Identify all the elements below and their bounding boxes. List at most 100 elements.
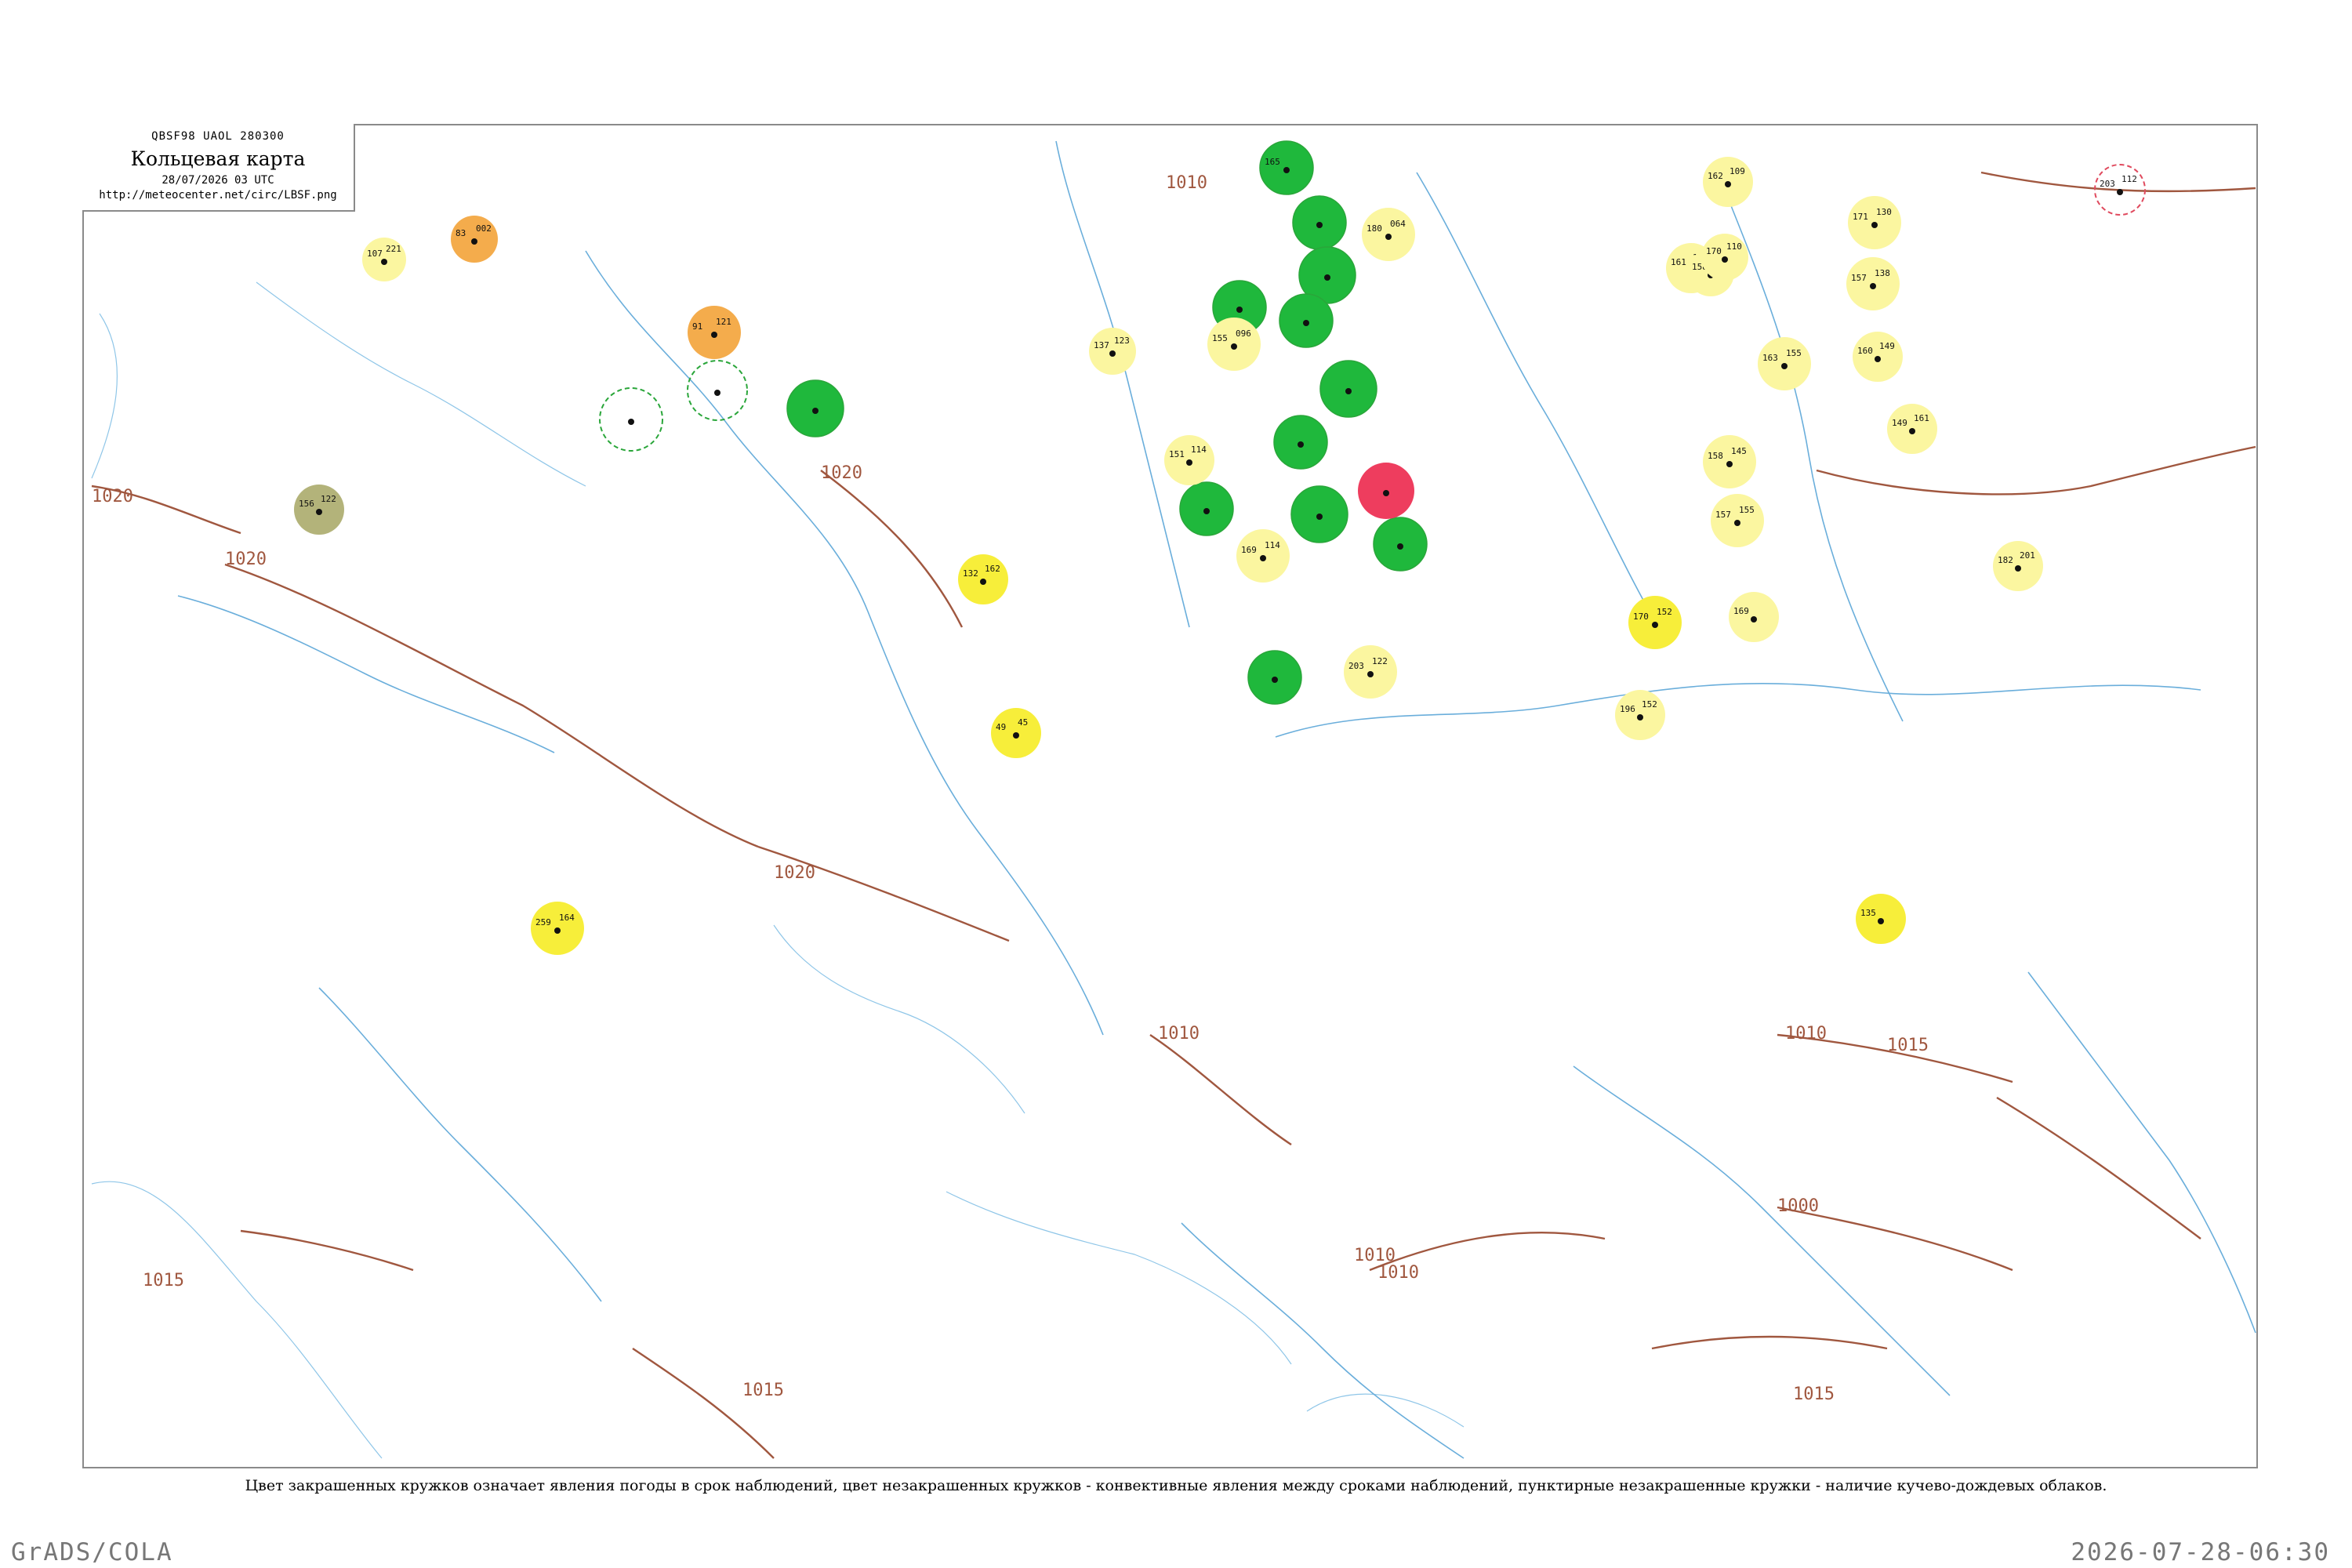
station-marker: 162 109 xyxy=(1703,157,1753,207)
station-dot xyxy=(1385,234,1392,240)
station-marker: 135 xyxy=(1856,894,1906,944)
station-marker: 156 122 xyxy=(294,485,344,535)
station-dot xyxy=(1878,918,1884,924)
station-temperature: 169 xyxy=(1241,545,1257,555)
isobar-labels: 1010101510201015102010201020101510101010… xyxy=(92,173,1929,1404)
isobar-label: 1010 xyxy=(1354,1246,1396,1265)
isobar-line xyxy=(632,1348,775,1459)
isobar-label: 1010 xyxy=(1377,1263,1419,1283)
station-marker: 170 110 xyxy=(1701,234,1748,281)
station-dot xyxy=(316,509,322,515)
isobars xyxy=(91,171,2256,1459)
station-marker xyxy=(1292,195,1347,250)
station-dot xyxy=(554,927,561,934)
isobar-label: 1015 xyxy=(1793,1385,1835,1404)
station-marker: 169 114 xyxy=(1236,529,1290,583)
station-pressure: 121 xyxy=(716,317,731,327)
station-dot xyxy=(1725,181,1731,187)
bulletin-header: QBSF98 UAOL 280300 xyxy=(151,130,285,143)
station-dot xyxy=(2015,565,2021,572)
station-marker: 157 155 xyxy=(1711,494,1764,547)
station-temperature: 169 xyxy=(1733,606,1749,616)
isobar-line xyxy=(1996,1096,2201,1240)
station-dot xyxy=(1324,274,1330,281)
station-dot xyxy=(1726,461,1733,467)
station-marker: 203 122 xyxy=(1344,645,1397,699)
station-temperature: 170 xyxy=(1706,246,1722,256)
isobar-line xyxy=(1777,1206,2013,1272)
station-marker: 137 123 xyxy=(1089,328,1136,375)
station-marker: 157 138 xyxy=(1846,257,1900,310)
station-temperature: 157 xyxy=(1851,273,1867,283)
station-marker: 151 114 xyxy=(1164,435,1214,485)
station-marker: 132 162 xyxy=(958,554,1008,604)
isobar-line xyxy=(224,563,759,848)
station-pressure: 149 xyxy=(1879,341,1895,351)
station-temperature: 161 xyxy=(1671,257,1686,267)
isobar-line xyxy=(240,1229,414,1272)
station-dot xyxy=(1383,490,1389,496)
station-marker: 171 130 xyxy=(1848,196,1901,249)
station-temperature: 196 xyxy=(1620,704,1635,714)
station-temperature: 49 xyxy=(996,722,1006,732)
station-temperature: 155 xyxy=(1212,333,1228,343)
station-marker xyxy=(599,387,663,452)
station-temperature: 132 xyxy=(963,568,978,579)
station-marker: 155 096 xyxy=(1207,318,1261,371)
isobar-label: 1010 xyxy=(1158,1024,1200,1044)
station-dot xyxy=(1298,441,1304,448)
station-temperature: 203 xyxy=(2100,179,2115,189)
station-dot xyxy=(1870,283,1876,289)
station-pressure: 155 xyxy=(1786,348,1802,358)
station-marker: 180 064 xyxy=(1362,208,1415,261)
station-pressure: 155 xyxy=(1739,505,1755,515)
station-pressure: 45 xyxy=(1018,717,1028,728)
station-dot xyxy=(1722,256,1728,263)
legend-caption: Цвет закрашенных кружков означает явлени… xyxy=(245,1477,2107,1494)
station-temperature: 182 xyxy=(1998,555,2013,565)
station-marker: 259 164 xyxy=(531,902,584,955)
station-temperature: 165 xyxy=(1265,157,1280,167)
isobar-line xyxy=(820,470,964,628)
station-marker: 149 161 xyxy=(1887,404,1937,454)
station-marker xyxy=(786,379,844,437)
station-dot xyxy=(1283,167,1290,173)
station-temperature: 83 xyxy=(456,228,466,238)
station-pressure: 112 xyxy=(2122,174,2137,184)
station-pressure: 064 xyxy=(1390,219,1406,229)
station-pressure: 152 xyxy=(1642,699,1657,710)
station-temperature: 158 xyxy=(1708,451,1723,461)
station-dot xyxy=(1231,343,1237,350)
station-pressure: 109 xyxy=(1730,166,1745,176)
station-dot xyxy=(1236,307,1243,313)
station-dot xyxy=(1397,543,1403,550)
station-dot xyxy=(471,238,477,245)
station-dot xyxy=(628,419,634,425)
station-marker: 49 45 xyxy=(991,708,1041,758)
map-datetime: 28/07/2026 03 UTC xyxy=(162,174,274,187)
isobar-label: 1015 xyxy=(742,1381,784,1400)
station-marker: 160 149 xyxy=(1853,332,1903,382)
station-dot xyxy=(1875,356,1881,362)
isobar-label: 1010 xyxy=(1166,173,1207,193)
station-temperature: 162 xyxy=(1708,171,1723,181)
station-dot xyxy=(1203,508,1210,514)
station-dot xyxy=(1367,671,1374,677)
isobar-line xyxy=(1149,1034,1292,1145)
station-temperature: 137 xyxy=(1094,340,1109,350)
station-marker: 107 221 xyxy=(362,238,406,281)
station-dot xyxy=(714,390,720,396)
station-temperature: 156 xyxy=(299,499,314,509)
station-dot xyxy=(1109,350,1116,357)
station-marker: 182 201 xyxy=(1993,541,2043,591)
station-dot xyxy=(1734,520,1740,526)
station-temperature: 170 xyxy=(1633,612,1649,622)
station-marker xyxy=(1179,481,1234,536)
isobar-label: 1020 xyxy=(821,463,862,483)
station-dot xyxy=(1909,428,1915,434)
station-dot xyxy=(1637,714,1643,720)
station-temperature: 151 xyxy=(1169,449,1185,459)
station-pressure: 114 xyxy=(1265,540,1280,550)
station-dot xyxy=(1272,677,1278,683)
map-canvas: 1010101510201015102010201020101510101010… xyxy=(91,140,2256,1459)
